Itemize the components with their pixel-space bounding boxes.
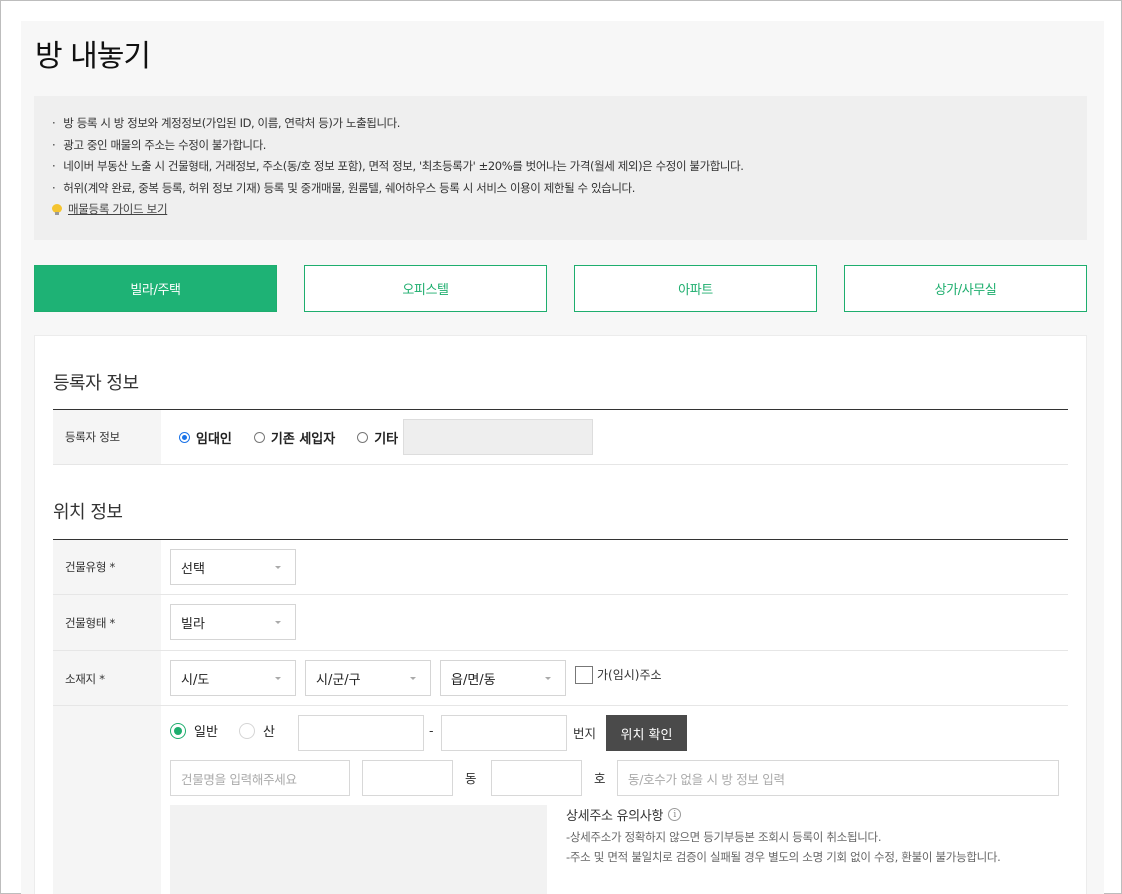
other-input[interactable] xyxy=(403,419,593,455)
radio-lot-mountain-label: 산 xyxy=(263,725,275,740)
sido-select[interactable]: 시/도 xyxy=(170,660,296,696)
radio-other[interactable]: 기타 xyxy=(357,428,398,447)
radio-existing-tenant-label: 기존 세입자 xyxy=(270,432,336,447)
registrant-section-title: 등록자 정보 xyxy=(53,373,139,394)
temp-address-label: 가(임시)주소 xyxy=(597,668,662,682)
radio-existing-tenant[interactable]: 기존 세입자 xyxy=(253,428,336,447)
lot-dash: - xyxy=(429,723,434,738)
radio-landlord-label: 임대인 xyxy=(196,432,232,447)
property-type-tabs: 빌라/주택 오피스텔 아파트 상가/사무실 xyxy=(34,265,1087,312)
radio-other-label: 기타 xyxy=(374,432,399,447)
row-divider xyxy=(53,594,1068,595)
window-frame: 방 내놓기 방 등록 시 방 정보와 계정정보(가입된 ID, 이름, 연락처 … xyxy=(0,0,1122,894)
radio-landlord[interactable]: 임대인 xyxy=(179,428,232,447)
row-divider xyxy=(53,464,1068,465)
chevron-down-icon xyxy=(545,677,551,680)
verify-location-button[interactable]: 위치 확인 xyxy=(606,715,687,751)
eupmyeondong-select[interactable]: 읍/면/동 xyxy=(440,660,566,696)
lot-suffix: 번지 xyxy=(573,726,597,741)
lightbulb-icon xyxy=(52,203,62,216)
radio-checked-icon xyxy=(179,432,190,443)
caution-title-text: 상세주소 유의사항 xyxy=(566,809,664,824)
radio-checked-icon xyxy=(170,722,186,739)
building-form-select[interactable]: 빌라 xyxy=(170,604,296,640)
detail-address-label-cell xyxy=(53,706,161,894)
radio-unchecked-icon xyxy=(239,722,255,739)
chevron-down-icon xyxy=(410,677,416,680)
sigungu-select[interactable]: 시/군/구 xyxy=(305,660,431,696)
building-form-label: 건물형태 * xyxy=(53,595,161,650)
eupmyeondong-value: 읍/면/동 xyxy=(451,672,496,688)
building-form-value: 빌라 xyxy=(181,616,205,632)
notice-item: 방 등록 시 방 정보와 계정정보(가입된 ID, 이름, 연락처 등)가 노출… xyxy=(52,113,1087,135)
building-name-input[interactable]: 건물명을 입력해주세요 xyxy=(170,760,350,796)
tab-store-office[interactable]: 상가/사무실 xyxy=(844,265,1087,312)
radio-unchecked-icon xyxy=(253,432,265,443)
ho-input[interactable] xyxy=(491,760,582,796)
temp-address-checkbox[interactable] xyxy=(575,666,593,684)
notice-item: 허위(계약 완료, 중복 등록, 허위 정보 기재) 등록 및 중개매물, 원룸… xyxy=(52,178,1087,200)
sigungu-value: 시/군/구 xyxy=(316,672,361,688)
building-type-value: 선택 xyxy=(181,561,205,577)
notice-item: 네이버 부동산 노출 시 건물형태, 거래정보, 주소(동/호 정보 포함), … xyxy=(52,156,1087,178)
tab-villa-house[interactable]: 빌라/주택 xyxy=(34,265,277,312)
dong-input[interactable] xyxy=(362,760,453,796)
registration-form: 등록자 정보 등록자 정보 임대인 기존 세입자 기타 위치 정보 건물유형 *… xyxy=(34,335,1087,894)
dong-label: 동 xyxy=(465,771,477,786)
section-divider xyxy=(53,539,1068,540)
sido-value: 시/도 xyxy=(181,672,210,688)
map-preview xyxy=(170,805,547,894)
chevron-down-icon xyxy=(275,621,281,624)
notice-item: 광고 중인 매물의 주소는 수정이 불가합니다. xyxy=(52,135,1087,157)
chevron-down-icon xyxy=(275,677,281,680)
lot-main-number-input[interactable] xyxy=(298,715,424,751)
caution-title: 상세주소 유의사항 i xyxy=(566,805,682,824)
guide-link[interactable]: 매물등록 가이드 보기 xyxy=(52,199,1087,220)
chevron-down-icon xyxy=(275,566,281,569)
radio-unchecked-icon xyxy=(357,432,369,443)
building-type-select[interactable]: 선택 xyxy=(170,549,296,585)
tab-apartment[interactable]: 아파트 xyxy=(574,265,817,312)
radio-lot-general-label: 일반 xyxy=(194,725,218,740)
row-divider xyxy=(53,650,1068,651)
row-divider xyxy=(53,705,1068,706)
notice-box: 방 등록 시 방 정보와 계정정보(가입된 ID, 이름, 연락처 등)가 노출… xyxy=(34,96,1087,240)
guide-link-label: 매물등록 가이드 보기 xyxy=(68,202,168,216)
dongho-input[interactable]: 동/호수가 없을 시 방 정보 입력 xyxy=(617,760,1059,796)
building-type-label: 건물유형 * xyxy=(53,540,161,594)
registrant-row-label: 등록자 정보 xyxy=(53,410,161,464)
radio-lot-mountain[interactable]: 산 xyxy=(239,721,275,740)
location-section-title: 위치 정보 xyxy=(53,502,123,523)
section-divider xyxy=(53,409,1068,410)
page-title: 방 내놓기 xyxy=(35,39,151,74)
radio-lot-general[interactable]: 일반 xyxy=(170,721,218,740)
ho-label: 호 xyxy=(594,771,606,786)
tab-officetel[interactable]: 오피스텔 xyxy=(304,265,547,312)
main-panel: 방 내놓기 방 등록 시 방 정보와 계정정보(가입된 ID, 이름, 연락처 … xyxy=(21,21,1104,894)
lot-sub-number-input[interactable] xyxy=(441,715,567,751)
notice-list: 방 등록 시 방 정보와 계정정보(가입된 ID, 이름, 연락처 등)가 노출… xyxy=(52,113,1087,199)
info-icon[interactable]: i xyxy=(668,808,682,821)
caution-line: -상세주소가 정확하지 않으면 등기부등본 조회시 등록이 취소됩니다. xyxy=(566,830,882,844)
address-label: 소재지 * xyxy=(53,651,161,706)
caution-line: -주소 및 면적 불일치로 검증이 실패될 경우 별도의 소명 기회 없이 수정… xyxy=(566,850,1001,864)
registrant-radio-group: 임대인 기존 세입자 기타 xyxy=(179,428,420,447)
